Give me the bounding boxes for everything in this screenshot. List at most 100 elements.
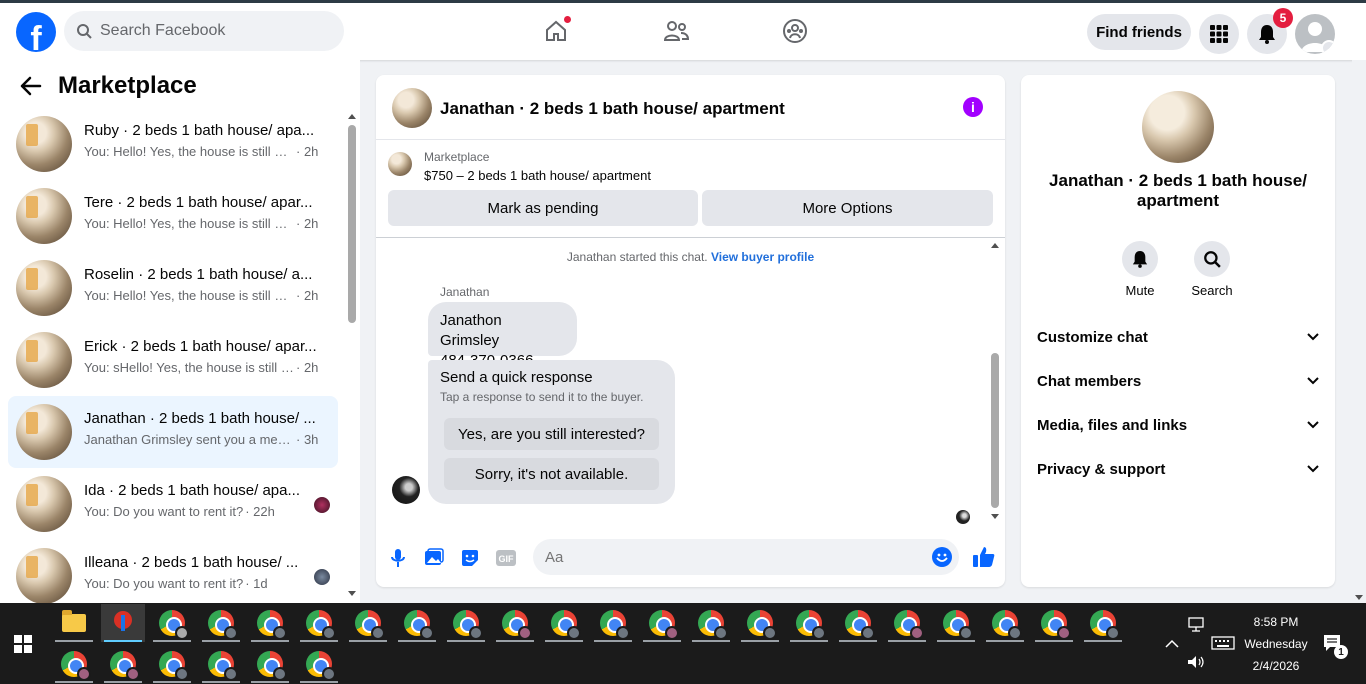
- quick-reply-not-available-button[interactable]: Sorry, it's not available.: [444, 458, 659, 490]
- taskbar-chrome-icon[interactable]: [297, 604, 341, 642]
- conversation-title: Erick · 2 beds 1 bath house/ apar...: [84, 338, 317, 355]
- thumbs-up-icon[interactable]: [972, 545, 996, 569]
- clock-time[interactable]: 8:58 PM: [1240, 615, 1312, 629]
- gif-icon[interactable]: GIF: [495, 547, 517, 569]
- top-navigation-bar: f Search Facebook Find friends 5: [0, 0, 1366, 60]
- section-label: Privacy & support: [1037, 460, 1166, 478]
- mark-as-pending-button[interactable]: Mark as pending: [388, 190, 698, 226]
- conversation-title: Ida · 2 beds 1 bath house/ apa...: [84, 482, 300, 499]
- facebook-logo[interactable]: f: [16, 12, 56, 52]
- groups-nav-icon[interactable]: [781, 17, 809, 45]
- sender-avatar[interactable]: [392, 476, 420, 504]
- taskbar-chrome-icon[interactable]: [542, 604, 586, 642]
- media-files-links-section[interactable]: Media, files and links: [1037, 403, 1319, 447]
- taskbar-chrome-icon[interactable]: [199, 604, 243, 642]
- taskbar-chrome-icon[interactable]: [150, 604, 194, 642]
- listing-description[interactable]: $750 – 2 beds 1 bath house/ apartment: [424, 168, 651, 183]
- conversation-item[interactable]: Roselin · 2 beds 1 bath house/ a... You:…: [8, 252, 338, 324]
- conversation-title: Illeana · 2 beds 1 bath house/ ...: [84, 554, 299, 571]
- sidebar-scroll-up-icon[interactable]: [347, 112, 357, 120]
- windows-start-icon[interactable]: [14, 635, 32, 653]
- notifications-bell-icon[interactable]: 5: [1247, 8, 1293, 54]
- message-input[interactable]: [533, 539, 959, 575]
- back-arrow-icon[interactable]: [20, 76, 42, 96]
- search-bar[interactable]: Search Facebook: [64, 11, 344, 51]
- taskbar-chrome-icon[interactable]: [591, 604, 635, 642]
- conversation-time: · 2h: [296, 216, 319, 231]
- taskbar-chrome-icon[interactable]: [444, 604, 488, 642]
- taskbar-chrome-icon[interactable]: [1081, 604, 1125, 642]
- page-scrollbar[interactable]: [1352, 60, 1366, 603]
- thread-scroll-up-icon[interactable]: [990, 241, 1000, 249]
- taskbar-chrome-icon[interactable]: [983, 604, 1027, 642]
- menu-grid-icon[interactable]: [1199, 14, 1239, 54]
- taskbar-chrome-icon[interactable]: [248, 645, 292, 683]
- taskbar-chrome-icon[interactable]: [885, 604, 929, 642]
- taskbar-chrome-icon[interactable]: [346, 604, 390, 642]
- taskbar-chrome-icon[interactable]: [689, 604, 733, 642]
- taskbar-file-explorer-icon[interactable]: [52, 604, 96, 642]
- taskbar-chrome-icon[interactable]: [101, 645, 145, 683]
- conversation-item[interactable]: Ruby · 2 beds 1 bath house/ apa... You: …: [8, 108, 338, 180]
- conversation-item-active[interactable]: Janathan · 2 beds 1 bath house/ ... Jana…: [8, 396, 338, 468]
- taskbar-chrome-icon[interactable]: [836, 604, 880, 642]
- friends-nav-icon[interactable]: [662, 17, 690, 45]
- network-icon[interactable]: [1187, 617, 1205, 633]
- conversation-item[interactable]: Illeana · 2 beds 1 bath house/ ... You: …: [8, 540, 338, 612]
- taskbar-chrome-icon[interactable]: [395, 604, 439, 642]
- view-buyer-profile-link[interactable]: View buyer profile: [711, 250, 814, 264]
- sidebar-scroll-down-icon[interactable]: [347, 590, 357, 598]
- chat-title[interactable]: Janathan · 2 beds 1 bath house/ apartmen…: [440, 99, 785, 119]
- tray-chevron-up-icon[interactable]: [1165, 639, 1179, 649]
- quick-reply-interested-button[interactable]: Yes, are you still interested?: [444, 418, 659, 450]
- taskbar-chrome-icon[interactable]: [297, 645, 341, 683]
- search-action[interactable]: Search: [1182, 241, 1242, 298]
- taskbar-chrome-icon[interactable]: [493, 604, 537, 642]
- chat-members-section[interactable]: Chat members: [1037, 359, 1319, 403]
- thread-scroll-down-icon[interactable]: [990, 513, 1000, 521]
- customize-chat-section[interactable]: Customize chat: [1037, 315, 1319, 359]
- photo-icon[interactable]: [423, 547, 445, 569]
- taskbar-chrome-icon[interactable]: [787, 604, 831, 642]
- clock-day[interactable]: Wednesday: [1240, 637, 1312, 651]
- taskbar-app-active-icon[interactable]: [101, 604, 145, 642]
- message-bubble[interactable]: Janathon Grimsley 484-370-0366: [428, 302, 577, 369]
- taskbar-chrome-icon[interactable]: [199, 645, 243, 683]
- taskbar-chrome-icon[interactable]: [248, 604, 292, 642]
- volume-icon[interactable]: [1187, 655, 1205, 669]
- conversation-item[interactable]: Tere · 2 beds 1 bath house/ apar... You:…: [8, 180, 338, 252]
- chevron-down-icon: [1307, 465, 1319, 473]
- taskbar-chrome-icon[interactable]: [1032, 604, 1076, 642]
- taskbar-chrome-icon[interactable]: [640, 604, 684, 642]
- taskbar-chrome-icon[interactable]: [934, 604, 978, 642]
- privacy-support-section[interactable]: Privacy & support: [1037, 447, 1319, 491]
- account-avatar[interactable]: [1295, 14, 1335, 54]
- section-label: Chat members: [1037, 372, 1142, 390]
- taskbar-chrome-icon[interactable]: [150, 645, 194, 683]
- clock-date[interactable]: 2/4/2026: [1240, 659, 1312, 673]
- find-friends-button[interactable]: Find friends: [1087, 14, 1191, 50]
- quick-response-subtitle: Tap a response to send it to the buyer.: [440, 390, 644, 404]
- microphone-icon[interactable]: [387, 547, 409, 569]
- mute-action[interactable]: Mute: [1110, 241, 1170, 298]
- notification-count-badge: 5: [1273, 8, 1293, 28]
- page-scroll-down-icon[interactable]: [1355, 595, 1363, 600]
- home-nav-icon[interactable]: [542, 15, 572, 45]
- action-center-icon[interactable]: 1: [1322, 633, 1348, 659]
- emoji-icon[interactable]: [932, 547, 952, 567]
- taskbar-chrome-icon[interactable]: [738, 604, 782, 642]
- info-icon[interactable]: i: [963, 97, 983, 117]
- conversation-item[interactable]: Ida · 2 beds 1 bath house/ apa... You: D…: [8, 468, 338, 540]
- thread-scrollbar-thumb[interactable]: [991, 353, 999, 508]
- marketplace-inbox-sidebar: Marketplace Ruby · 2 beds 1 bath house/ …: [0, 60, 360, 604]
- taskbar-chrome-icon[interactable]: [52, 645, 96, 683]
- more-options-button[interactable]: More Options: [702, 190, 993, 226]
- listing-thumbnail: [16, 548, 72, 604]
- conversation-item[interactable]: Erick · 2 beds 1 bath house/ apar... You…: [8, 324, 338, 396]
- account-chevron-down-icon: [1321, 40, 1335, 54]
- sticker-icon[interactable]: [459, 547, 481, 569]
- chat-avatar[interactable]: [392, 88, 432, 128]
- conversation-snippet: You: Do you want to rent it?: [84, 504, 244, 519]
- sidebar-scrollbar-thumb[interactable]: [348, 125, 356, 323]
- keyboard-icon[interactable]: [1211, 635, 1235, 651]
